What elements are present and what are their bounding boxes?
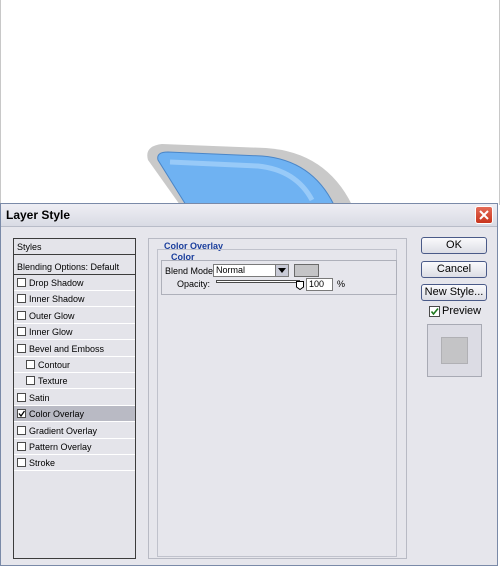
style-item-outer-glow[interactable]: Outer Glow [14,308,135,324]
style-item-gradient-overlay[interactable]: Gradient Overlay [14,423,135,439]
dialog-titlebar[interactable]: Layer Style [1,204,497,227]
style-item-texture[interactable]: Texture [14,373,135,390]
style-item-label: Satin [29,392,50,403]
blending-options-item[interactable]: Blending Options: Default [14,259,135,275]
style-item-color-overlay[interactable]: Color Overlay [14,406,135,423]
ok-button[interactable]: OK [421,237,487,254]
preview-thumbnail [427,324,482,377]
style-checkbox[interactable] [26,376,35,386]
blend-mode-label: Blend Mode: [165,266,216,276]
section-outline [157,249,397,557]
style-item-label: Bevel and Emboss [29,343,105,354]
opacity-input[interactable]: 100 [306,278,333,291]
dialog-title: Layer Style [6,208,71,222]
styles-list-header[interactable]: Styles [14,239,135,255]
style-checkbox[interactable] [17,458,26,468]
layer-style-dialog: Layer Style Styles Blending Options: Def… [0,203,498,566]
style-item-inner-shadow[interactable]: Inner Shadow [14,291,135,308]
style-item-label: Stroke [29,458,56,469]
style-checkbox[interactable] [17,442,26,451]
style-item-inner-glow[interactable]: Inner Glow [14,324,135,341]
style-checkbox[interactable] [17,392,26,402]
style-checkbox[interactable] [17,409,26,419]
close-button[interactable] [475,206,493,224]
check-icon [430,307,439,316]
preview-label: Preview [442,305,482,317]
blend-mode-select[interactable]: Normal [213,264,289,277]
overlay-color-swatch[interactable] [294,264,319,277]
style-item-pattern-overlay[interactable]: Pattern Overlay [14,439,135,455]
slider-thumb-icon[interactable] [296,281,304,290]
style-checkbox[interactable] [17,425,26,435]
style-checkbox[interactable] [17,294,26,304]
styles-list: Styles Blending Options: Default Drop Sh… [13,238,136,559]
color-overlay-panel: Color Overlay Color Blend Mode: Normal O… [148,238,407,559]
style-item-label: Pattern Overlay [29,442,92,452]
cancel-button[interactable]: Cancel [421,261,487,278]
style-item-bevel-and-emboss[interactable]: Bevel and Emboss [14,341,135,357]
style-item-label: Color Overlay [29,409,85,420]
style-item-satin[interactable]: Satin [14,390,135,406]
style-checkbox[interactable] [17,310,26,320]
document-canvas [0,0,500,205]
close-icon [479,210,489,220]
style-item-drop-shadow[interactable]: Drop Shadow [14,275,135,291]
style-item-label: Outer Glow [29,310,75,321]
preview-checkbox[interactable] [429,306,440,317]
styles-header-label: Styles [17,242,42,252]
style-checkbox[interactable] [17,327,26,337]
opacity-label: Opacity: [177,279,211,289]
opacity-slider[interactable] [216,280,300,283]
chevron-down-icon[interactable] [275,265,288,276]
style-item-label: Inner Shadow [29,294,85,305]
logo-shape [147,144,352,205]
opacity-unit: % [337,279,346,289]
style-item-label: Texture [38,376,68,387]
style-checkbox[interactable] [17,343,26,353]
blending-options-label: Blending Options: Default [17,262,120,272]
style-item-label: Drop Shadow [29,278,84,288]
new-style-button[interactable]: New Style... [421,284,487,301]
style-item-label: Contour [38,360,71,370]
style-checkbox[interactable] [17,278,26,287]
style-item-contour[interactable]: Contour [14,357,135,373]
preview-swatch [441,337,468,364]
style-item-label: Inner Glow [29,327,73,338]
style-item-label: Gradient Overlay [29,425,98,436]
blend-mode-value: Normal [216,265,246,275]
style-checkbox[interactable] [26,360,35,369]
style-item-stroke[interactable]: Stroke [14,455,135,472]
